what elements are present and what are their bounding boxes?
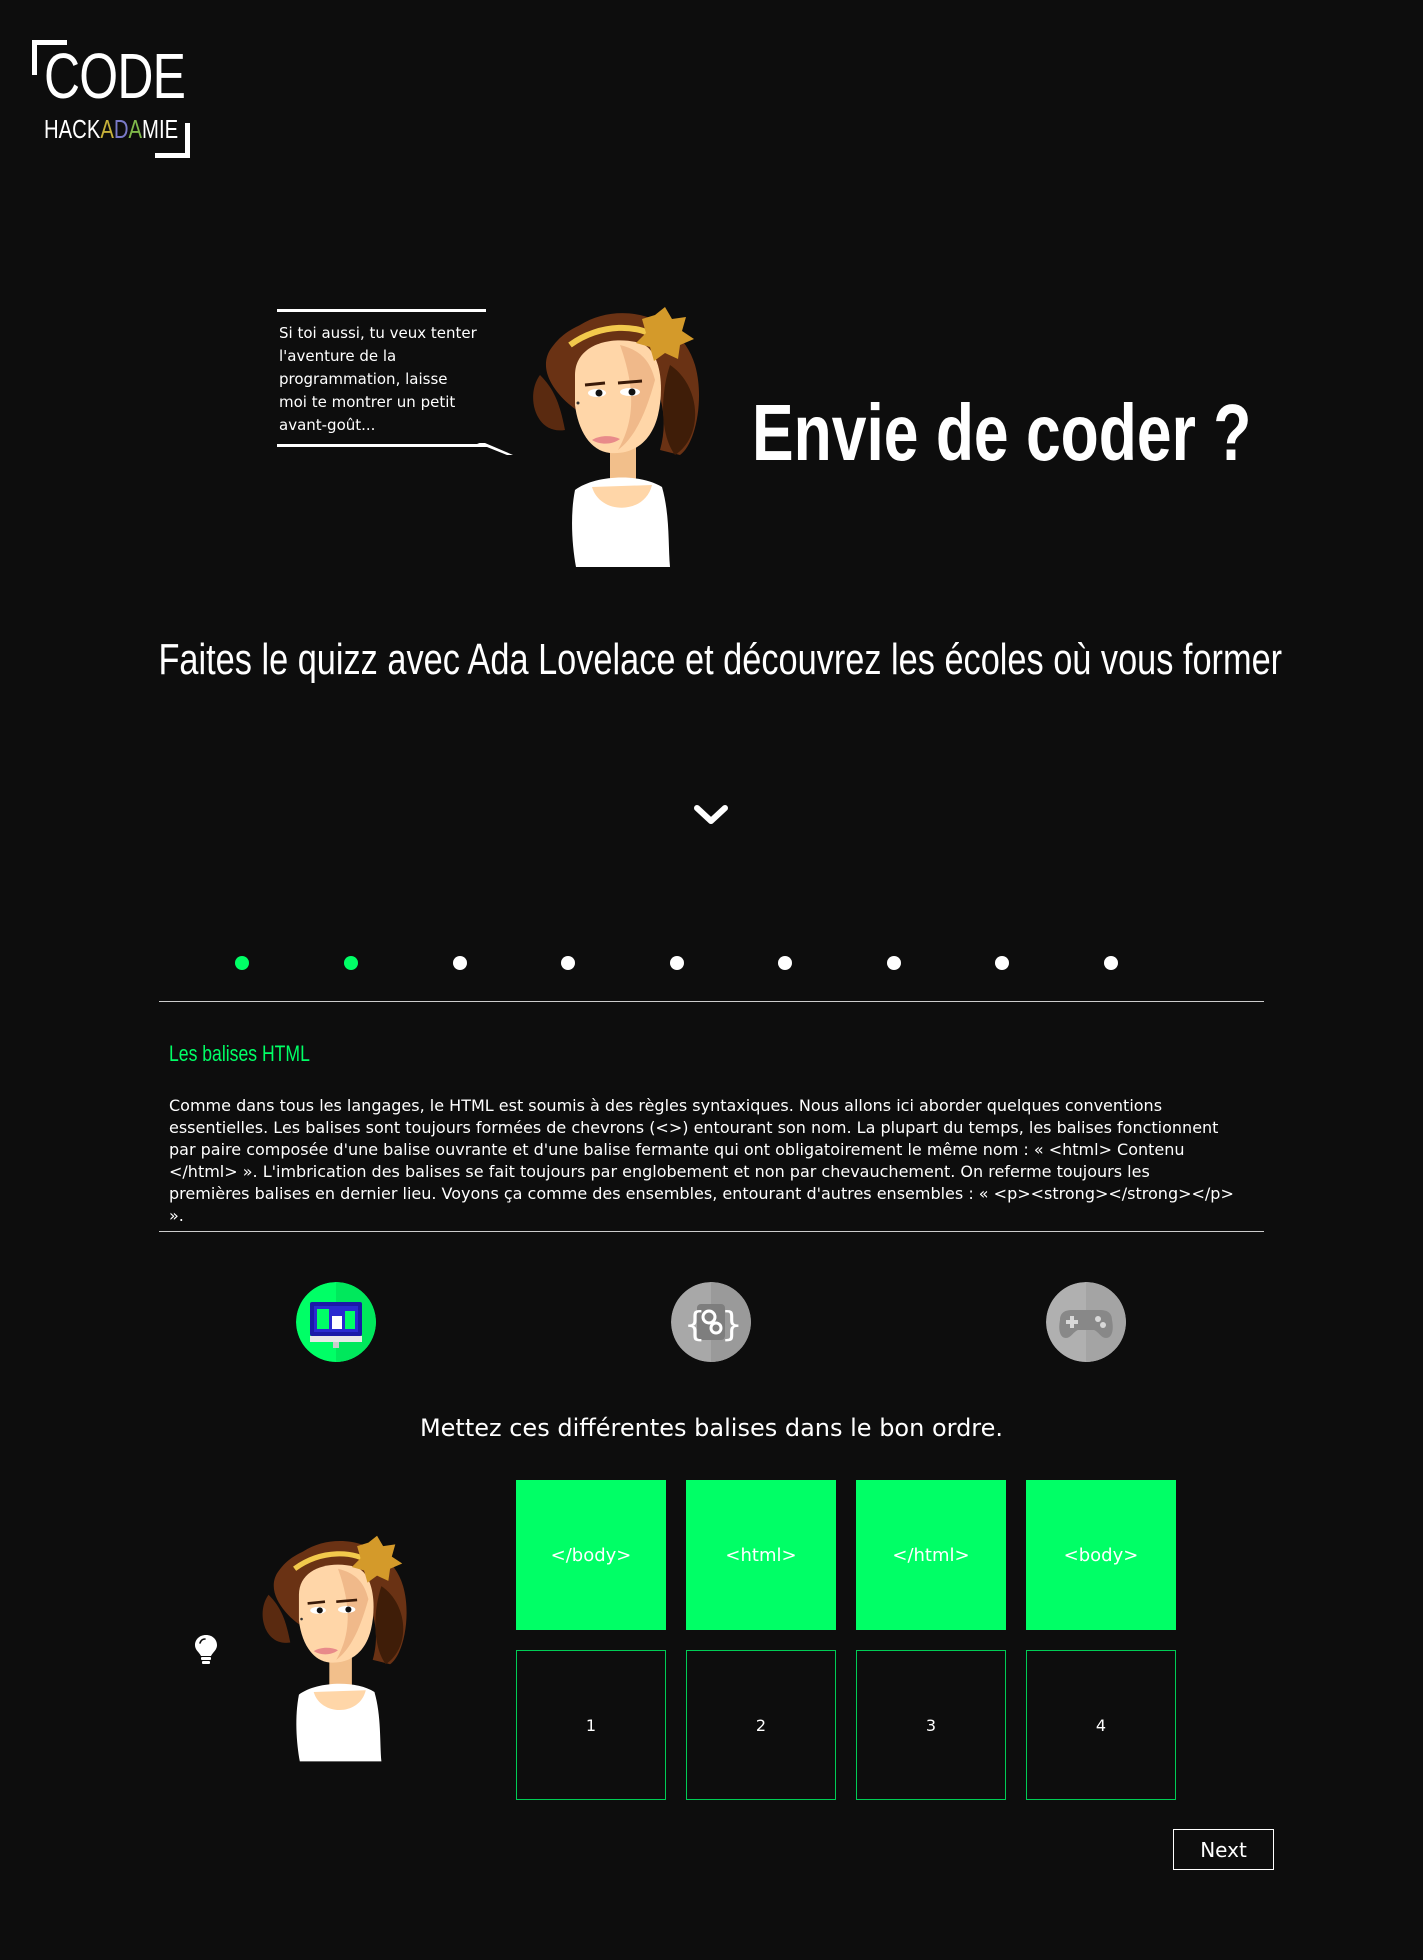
tag-tile[interactable]: </html> bbox=[856, 1480, 1006, 1630]
progress-steps bbox=[0, 953, 1423, 973]
hero-subtitle-text: Faites le quizz avec Ada Lovelace et déc… bbox=[158, 635, 1283, 684]
code-gear-icon[interactable]: { } bbox=[671, 1282, 751, 1362]
lesson-body: Comme dans tous les langages, le HTML es… bbox=[169, 1096, 1234, 1225]
progress-dot[interactable] bbox=[670, 956, 684, 970]
bubble-bottom-line bbox=[277, 444, 487, 447]
svg-text:{: { bbox=[684, 1305, 706, 1345]
progress-dot[interactable] bbox=[778, 956, 792, 970]
speech-bubble: Si toi aussi, tu veux tenter l'aventure … bbox=[277, 309, 513, 455]
gamepad-icon[interactable] bbox=[1046, 1282, 1126, 1362]
progress-dot[interactable] bbox=[344, 956, 358, 970]
bubble-tail bbox=[477, 443, 513, 455]
tag-tile[interactable]: </body> bbox=[516, 1480, 666, 1630]
logo[interactable]: CODE HACKADAMIE bbox=[30, 38, 192, 160]
ada-lovelace-small-illustration bbox=[262, 1535, 407, 1762]
web-monitor-icon[interactable] bbox=[296, 1282, 376, 1362]
drop-slot[interactable]: 4 bbox=[1026, 1650, 1176, 1800]
divider-bottom bbox=[159, 1231, 1264, 1232]
logo-sub-part: HACK bbox=[44, 114, 101, 144]
hero-title: Envie de coder ? bbox=[752, 388, 1252, 477]
logo-sub-part: A bbox=[128, 114, 143, 144]
svg-text:}: } bbox=[721, 1305, 743, 1345]
progress-dot[interactable] bbox=[887, 956, 901, 970]
quiz-instruction: Mettez ces différentes balises dans le b… bbox=[419, 1414, 1004, 1442]
bubble-top-line bbox=[277, 309, 486, 312]
ada-lovelace-illustration bbox=[533, 307, 700, 567]
logo-subtitle: HACKADAMIE bbox=[44, 116, 178, 142]
drop-slot[interactable]: 2 bbox=[686, 1650, 836, 1800]
tag-tile[interactable]: <html> bbox=[686, 1480, 836, 1630]
progress-dot[interactable] bbox=[453, 956, 467, 970]
lightbulb-icon[interactable] bbox=[194, 1634, 218, 1666]
drop-slot[interactable]: 1 bbox=[516, 1650, 666, 1800]
next-button[interactable]: Next bbox=[1173, 1829, 1274, 1870]
logo-sub-part: A bbox=[100, 114, 114, 144]
logo-sub-part: MIE bbox=[142, 114, 179, 144]
logo-word: CODE bbox=[44, 40, 186, 112]
progress-dot[interactable] bbox=[1104, 956, 1118, 970]
hero-subtitle: Faites le quizz avec Ada Lovelace et déc… bbox=[0, 638, 1423, 682]
progress-dot[interactable] bbox=[561, 956, 575, 970]
lesson-title: Les balises HTML bbox=[169, 1041, 310, 1066]
progress-dot[interactable] bbox=[235, 956, 249, 970]
progress-dot[interactable] bbox=[995, 956, 1009, 970]
chevron-down-icon[interactable] bbox=[692, 800, 730, 830]
bubble-text: Si toi aussi, tu veux tenter l'aventure … bbox=[279, 324, 477, 434]
drop-slot[interactable]: 3 bbox=[856, 1650, 1006, 1800]
logo-sub-part: D bbox=[113, 114, 129, 144]
divider-top bbox=[159, 1001, 1264, 1002]
tag-tile[interactable]: <body> bbox=[1026, 1480, 1176, 1630]
